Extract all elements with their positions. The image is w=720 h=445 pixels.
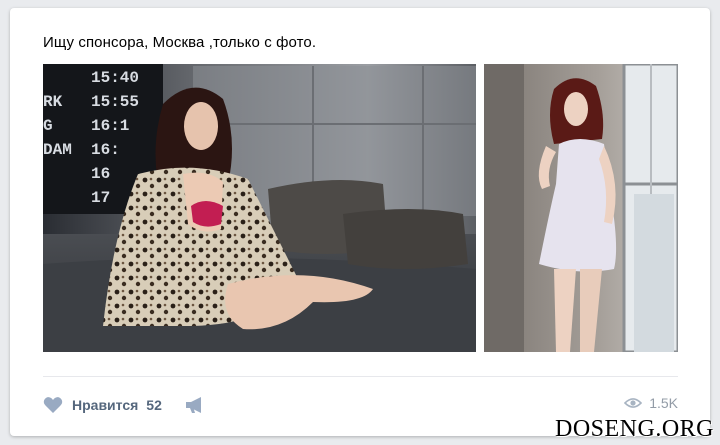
board-time-6: 17: [91, 189, 110, 207]
board-code-1: RK: [43, 93, 63, 111]
board-time-3: 16:1: [91, 117, 129, 135]
board-code-3: DAM: [43, 141, 72, 159]
post-actions: Нравится 52: [43, 392, 206, 418]
watermark: DOSENG.ORG: [554, 416, 714, 442]
post-photo-left[interactable]: 15:40 15:55 16:1 16: 16 17 RK G DAM: [43, 64, 476, 352]
like-label: Нравится: [72, 397, 139, 413]
actions-divider: [43, 376, 678, 377]
share-button[interactable]: [184, 396, 206, 414]
board-time-1: 15:40: [91, 69, 139, 87]
megaphone-icon: [185, 397, 201, 413]
post-photo-right[interactable]: [484, 64, 678, 352]
board-time-4: 16:: [91, 141, 120, 159]
board-time-5: 16: [91, 165, 110, 183]
post-card: Ищу спонсора, Москва ,только с фото. 15:…: [10, 8, 710, 436]
eye-icon: [624, 398, 643, 408]
heart-icon: [43, 397, 63, 413]
photo-woman-on-bed-image: 15:40 15:55 16:1 16: 16 17 RK G DAM: [43, 64, 476, 352]
board-time-2: 15:55: [91, 93, 139, 111]
photo-woman-in-white-dress-image: [484, 64, 678, 352]
views-counter: 1.5K: [624, 395, 678, 411]
post-text: Ищу спонсора, Москва ,только с фото.: [43, 34, 317, 51]
like-button[interactable]: Нравится 52: [43, 396, 162, 414]
views-count: 1.5K: [649, 395, 678, 411]
like-count: 52: [146, 397, 162, 413]
board-code-2: G: [43, 117, 53, 135]
